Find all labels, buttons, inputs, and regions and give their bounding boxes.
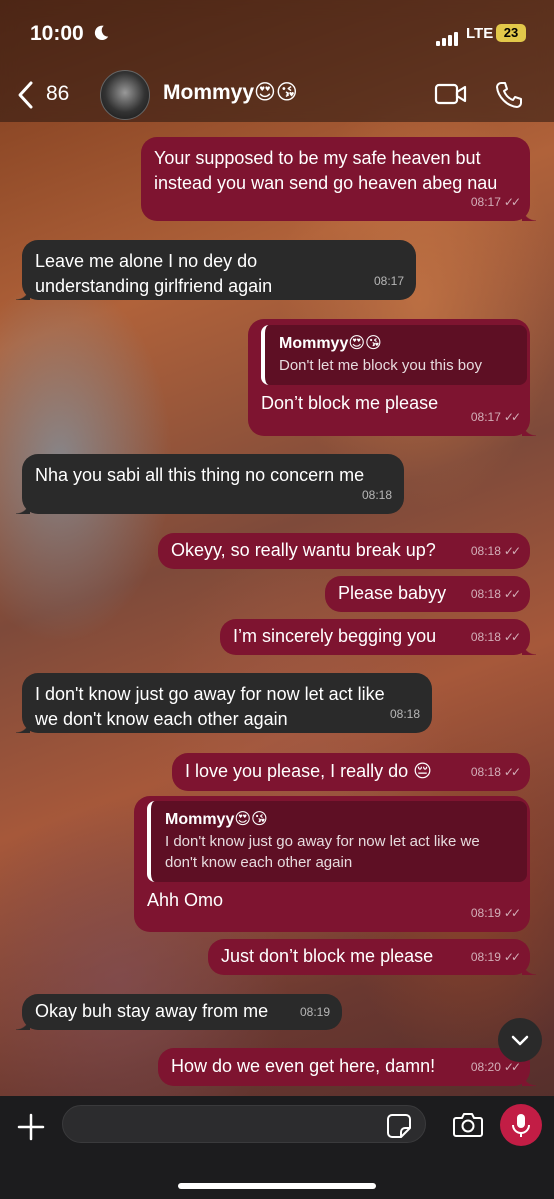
reply-quote[interactable]: Mommyy😍😘 I don't know just go away for n… [147,801,527,882]
message-time: 08:18 [389,707,420,721]
message-text: Ahh Omo [147,890,224,910]
contact-name[interactable]: Mommyy😍😘 [163,80,298,105]
network-type: LTE [466,25,494,42]
message-meta: 08:17 ✓✓ [470,190,521,215]
message-time: 08:19 [470,906,501,920]
message-meta: 08:19 [300,1000,330,1025]
message-meta: 08:18 [362,483,392,508]
message-meta: 08:19 ✓✓ [470,945,521,970]
signal-icon [436,28,460,46]
plus-icon[interactable] [16,1112,46,1142]
message-meta: 08:18 ✓✓ [470,539,521,564]
camera-icon[interactable] [452,1111,484,1139]
reply-quote[interactable]: Mommyy😍😘 Don't let me block you this boy [261,325,527,385]
message-text: I love you please, I really do 😔 [185,761,432,781]
video-call-icon[interactable] [434,82,468,106]
quote-text: Don't let me block you this boy [279,357,482,374]
message-bubble[interactable]: Mommyy😍😘 I don't know just go away for n… [134,796,530,932]
message-time: 08:17 [470,195,501,209]
message-time: 08:19 [299,1005,330,1019]
message-bubble[interactable]: Mommyy😍😘 Don't let me block you this boy… [248,319,536,436]
message-time: 08:20 [470,1060,501,1074]
message-bubble[interactable]: Please babyy 08:18 ✓✓ [325,576,530,612]
chat-header: 10:00 LTE 23 86 Mommyy😍😘 [0,0,554,122]
read-ticks-icon: ✓✓ [503,587,521,601]
read-ticks-icon: ✓✓ [503,544,521,558]
read-ticks-icon: ✓✓ [503,630,521,644]
message-bubble[interactable]: Okay buh stay away from me 08:19 [16,994,342,1030]
back-count[interactable]: 86 [46,82,69,106]
phone-icon[interactable] [494,80,524,110]
message-meta: 08:18 ✓✓ [470,760,521,785]
message-text: Nha you sabi all this thing no concern m… [35,465,365,485]
message-meta: 08:17 [374,269,404,294]
message-time: 08:18 [361,488,392,502]
message-time: 08:18 [470,587,501,601]
message-meta: 08:17 ✓✓ [470,405,521,430]
home-indicator [178,1183,376,1189]
message-text: Okay buh stay away from me [35,1001,269,1021]
message-meta: 08:18 ✓✓ [470,625,521,650]
avatar[interactable] [100,70,150,120]
message-bubble[interactable]: Nha you sabi all this thing no concern m… [16,454,404,514]
chevron-down-icon [511,1035,529,1046]
message-time: 08:17 [373,274,404,288]
message-meta: 08:18 ✓✓ [470,582,521,607]
read-ticks-icon: ✓✓ [503,410,521,424]
message-meta: 08:18 [390,702,420,727]
back-chevron-icon[interactable] [14,78,38,112]
message-text: How do we even get here, damn! [171,1056,436,1076]
mic-icon [512,1114,530,1137]
message-text: Leave me alone I no dey do understanding… [35,251,273,296]
read-ticks-icon: ✓✓ [503,1060,521,1074]
quote-author: Mommyy😍😘 [279,335,382,352]
sticker-icon[interactable] [386,1113,412,1139]
message-text: Okeyy, so really wantu break up? [171,540,436,560]
message-text: Your supposed to be my safe heaven but i… [154,148,498,193]
read-ticks-icon: ✓✓ [503,195,521,209]
quote-text: I don't know just go away for now let ac… [165,833,480,871]
message-bubble[interactable]: Leave me alone I no dey do understanding… [16,240,416,300]
message-meta: 08:19 ✓✓ [470,901,521,926]
read-ticks-icon: ✓✓ [503,906,521,920]
message-bubble[interactable]: I don't know just go away for now let ac… [16,673,432,733]
message-text: I don't know just go away for now let ac… [35,684,385,729]
message-time: 08:18 [470,630,501,644]
message-input[interactable] [62,1105,426,1143]
message-time: 08:18 [470,765,501,779]
message-bubble[interactable]: I’m sincerely begging you 08:18 ✓✓ [220,619,536,655]
status-time: 10:00 [30,22,84,45]
scroll-to-bottom-button[interactable] [498,1018,542,1062]
moon-icon [94,25,109,41]
message-bubble[interactable]: Your supposed to be my safe heaven but i… [141,137,536,221]
message-bubble[interactable]: How do we even get here, damn! 08:20 ✓✓ [158,1048,536,1086]
mic-button[interactable] [500,1104,542,1146]
message-time: 08:19 [470,950,501,964]
message-bubble[interactable]: Okeyy, so really wantu break up? 08:18 ✓✓ [158,533,530,569]
message-bubble[interactable]: Just don’t block me please 08:19 ✓✓ [208,939,536,975]
quote-author: Mommyy😍😘 [165,811,268,828]
read-ticks-icon: ✓✓ [503,765,521,779]
message-time: 08:18 [470,544,501,558]
status-bar: 10:00 LTE 23 [0,18,554,50]
battery-icon: 23 [496,24,526,42]
nav-bar: 86 Mommyy😍😘 [0,68,554,122]
read-ticks-icon: ✓✓ [503,950,521,964]
message-bubble[interactable]: I love you please, I really do 😔 08:18 ✓✓ [172,753,530,791]
message-time: 08:17 [470,410,501,424]
